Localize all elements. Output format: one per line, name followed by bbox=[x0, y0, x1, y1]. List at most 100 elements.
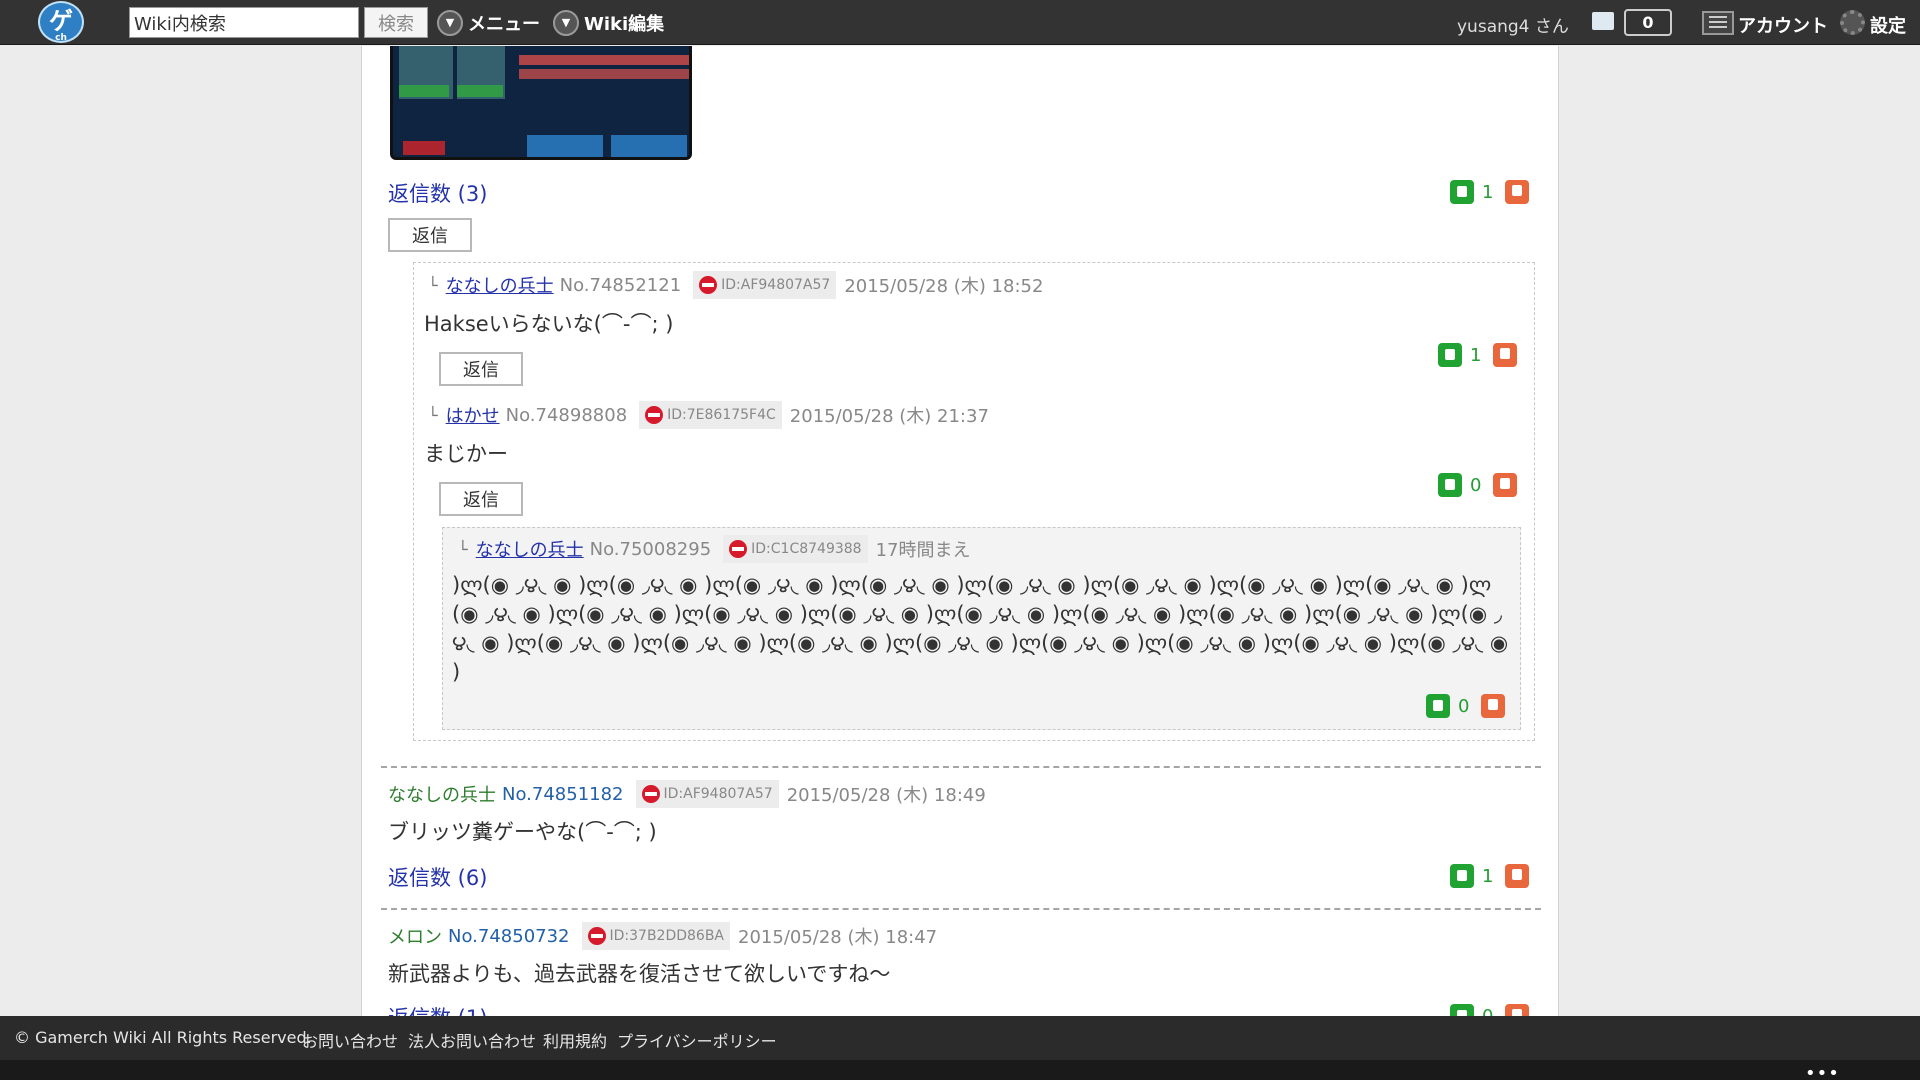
wiki-search-input[interactable] bbox=[129, 7, 359, 38]
gear-icon[interactable] bbox=[1840, 10, 1865, 35]
thumbs-down-icon[interactable] bbox=[1493, 343, 1518, 367]
no-entry-icon bbox=[729, 540, 748, 558]
user-id: ID:C1C8749388 bbox=[751, 541, 862, 557]
chevron-down-icon: ▼ bbox=[553, 10, 579, 36]
comment-divider bbox=[381, 908, 1541, 910]
thumbs-up-icon[interactable] bbox=[1450, 180, 1474, 204]
id-badge: ID:AF94807A57 bbox=[635, 780, 779, 808]
comment-number[interactable]: No.74852121 bbox=[560, 275, 682, 296]
upvote-count: 1 bbox=[1482, 865, 1494, 887]
id-badge: ID:C1C8749388 bbox=[723, 535, 868, 563]
mail-icon[interactable] bbox=[1592, 12, 1614, 30]
privacy-link[interactable]: プライバシーポリシー bbox=[617, 1028, 777, 1052]
menu-label: メニュー bbox=[468, 14, 540, 35]
timestamp: 2015/05/28 (木) 18:52 bbox=[844, 276, 1044, 297]
terms-link[interactable]: 利用規約 bbox=[543, 1028, 607, 1052]
comment-author: ななしの兵士 bbox=[388, 785, 496, 806]
replies-count-link[interactable]: 返信数 (1) bbox=[388, 1002, 487, 1016]
wiki-edit-label: Wiki編集 bbox=[584, 14, 665, 35]
id-badge: ID:AF94807A57 bbox=[693, 271, 837, 299]
upvote-count: 0 bbox=[1482, 1005, 1494, 1017]
username[interactable]: yusang4 さん bbox=[1457, 12, 1569, 37]
author-link[interactable]: はかせ bbox=[446, 402, 500, 428]
mail-count-badge[interactable]: 0 bbox=[1624, 9, 1672, 36]
replies-count-link[interactable]: 返信数 (3) bbox=[388, 178, 487, 208]
no-entry-icon bbox=[587, 927, 606, 945]
comment-number[interactable]: No.74851182 bbox=[502, 784, 624, 805]
thumbs-down-icon[interactable] bbox=[1505, 864, 1530, 888]
comment-number[interactable]: No.74850732 bbox=[448, 926, 570, 947]
reply-body: まじかー bbox=[424, 442, 508, 466]
list-icon[interactable] bbox=[1702, 11, 1734, 35]
upvote-count: 1 bbox=[1482, 181, 1494, 203]
logo-subtext: ch bbox=[55, 33, 67, 43]
indent-mark: └ bbox=[428, 275, 438, 295]
reply-body: )ლ(◉ ◞౪◟ ◉ )ლ(◉ ◞౪◟ ◉ )ლ(◉ ◞౪◟ ◉ )ლ(◉ ◞౪… bbox=[452, 573, 1509, 684]
contact-link[interactable]: お問い合わせ bbox=[302, 1028, 398, 1052]
reply-button[interactable]: 返信 bbox=[388, 218, 472, 252]
settings-menu[interactable]: 設定 bbox=[1870, 12, 1906, 38]
gamerch-logo[interactable]: ゲ ch bbox=[38, 1, 84, 43]
thumbs-down-icon[interactable] bbox=[1481, 694, 1506, 718]
bottom-bar: ••• bbox=[0, 1060, 1920, 1080]
replies-count-link[interactable]: 返信数 (6) bbox=[388, 862, 487, 892]
reply-meta: └ はかせ No.74898808 ID:7E86175F4C 2015/05/… bbox=[428, 401, 989, 429]
vote-controls: 0 bbox=[1450, 1004, 1530, 1017]
reply-button[interactable]: 返信 bbox=[439, 352, 523, 386]
user-id: ID:37B2DD86BA bbox=[609, 928, 725, 944]
comment-meta: メロン No.74850732 ID:37B2DD86BA 2015/05/28… bbox=[388, 922, 937, 950]
search-button[interactable]: 検索 bbox=[364, 7, 428, 38]
comment-meta: ななしの兵士 No.74851182 ID:AF94807A57 2015/05… bbox=[388, 780, 986, 808]
footer: © Gamerch Wiki All Rights Reserved. お問い合… bbox=[0, 1016, 1920, 1060]
comment-author: メロン bbox=[388, 927, 442, 948]
timestamp: 2015/05/28 (木) 21:37 bbox=[789, 406, 989, 427]
user-id: ID:AF94807A57 bbox=[663, 786, 773, 802]
reply-button[interactable]: 返信 bbox=[439, 482, 523, 516]
timestamp: 2015/05/28 (木) 18:47 bbox=[738, 927, 938, 948]
reply-meta: └ ななしの兵士 No.75008295 ID:C1C8749388 17時間ま… bbox=[458, 535, 970, 563]
thumbs-up-icon[interactable] bbox=[1450, 1004, 1474, 1016]
user-id: ID:7E86175F4C bbox=[667, 407, 776, 423]
wiki-edit-toggle[interactable]: ▼ Wiki編集 bbox=[553, 10, 664, 36]
reply-meta: └ ななしの兵士 No.74852121 ID:AF94807A57 2015/… bbox=[428, 271, 1043, 299]
copyright: © Gamerch Wiki All Rights Reserved. bbox=[14, 1028, 312, 1047]
thumbs-up-icon[interactable] bbox=[1438, 473, 1462, 497]
indent-mark: └ bbox=[428, 405, 438, 425]
comment-number[interactable]: No.75008295 bbox=[590, 539, 712, 560]
comment-panel: 返信数 (3) 1 返信 └ ななしの兵士 No.74852121 ID:AF9… bbox=[361, 46, 1559, 1016]
attached-screenshot[interactable] bbox=[390, 46, 692, 160]
no-entry-icon bbox=[645, 406, 664, 424]
no-entry-icon bbox=[641, 785, 660, 803]
id-badge: ID:37B2DD86BA bbox=[581, 922, 731, 950]
more-icon[interactable]: ••• bbox=[1805, 1063, 1840, 1080]
thumbs-down-icon[interactable] bbox=[1505, 1004, 1530, 1016]
corporate-contact-link[interactable]: 法人お問い合わせ bbox=[408, 1028, 536, 1052]
thumbs-up-icon[interactable] bbox=[1450, 864, 1474, 888]
thumbs-up-icon[interactable] bbox=[1438, 343, 1462, 367]
vote-controls: 1 bbox=[1450, 864, 1530, 888]
thumbs-up-icon[interactable] bbox=[1426, 694, 1450, 718]
indent-mark: └ bbox=[458, 539, 468, 559]
comment-number[interactable]: No.74898808 bbox=[506, 405, 628, 426]
timestamp: 17時間まえ bbox=[875, 540, 971, 561]
user-id: ID:AF94807A57 bbox=[721, 277, 831, 293]
account-menu[interactable]: アカウント bbox=[1738, 12, 1828, 38]
comment-body: ブリッツ糞ゲーやな(⌒-⌒; ) bbox=[388, 820, 657, 844]
id-badge: ID:7E86175F4C bbox=[639, 401, 782, 429]
vote-controls: 0 bbox=[1426, 694, 1506, 718]
logo-text: ゲ bbox=[49, 7, 73, 35]
author-link[interactable]: ななしの兵士 bbox=[476, 536, 584, 562]
vote-controls: 0 bbox=[1438, 473, 1518, 497]
timestamp: 2015/05/28 (木) 18:49 bbox=[786, 785, 986, 806]
upvote-count: 1 bbox=[1470, 344, 1482, 366]
comment-body: 新武器よりも、過去武器を復活させて欲しいですね～ bbox=[388, 962, 891, 986]
vote-controls: 1 bbox=[1450, 180, 1530, 204]
menu-toggle[interactable]: ▼ メニュー bbox=[437, 10, 540, 36]
thumbs-down-icon[interactable] bbox=[1493, 473, 1518, 497]
chevron-down-icon: ▼ bbox=[437, 10, 463, 36]
thumbs-down-icon[interactable] bbox=[1505, 180, 1530, 204]
upvote-count: 0 bbox=[1470, 474, 1482, 496]
author-link[interactable]: ななしの兵士 bbox=[446, 272, 554, 298]
no-entry-icon bbox=[699, 276, 718, 294]
vote-controls: 1 bbox=[1438, 343, 1518, 367]
